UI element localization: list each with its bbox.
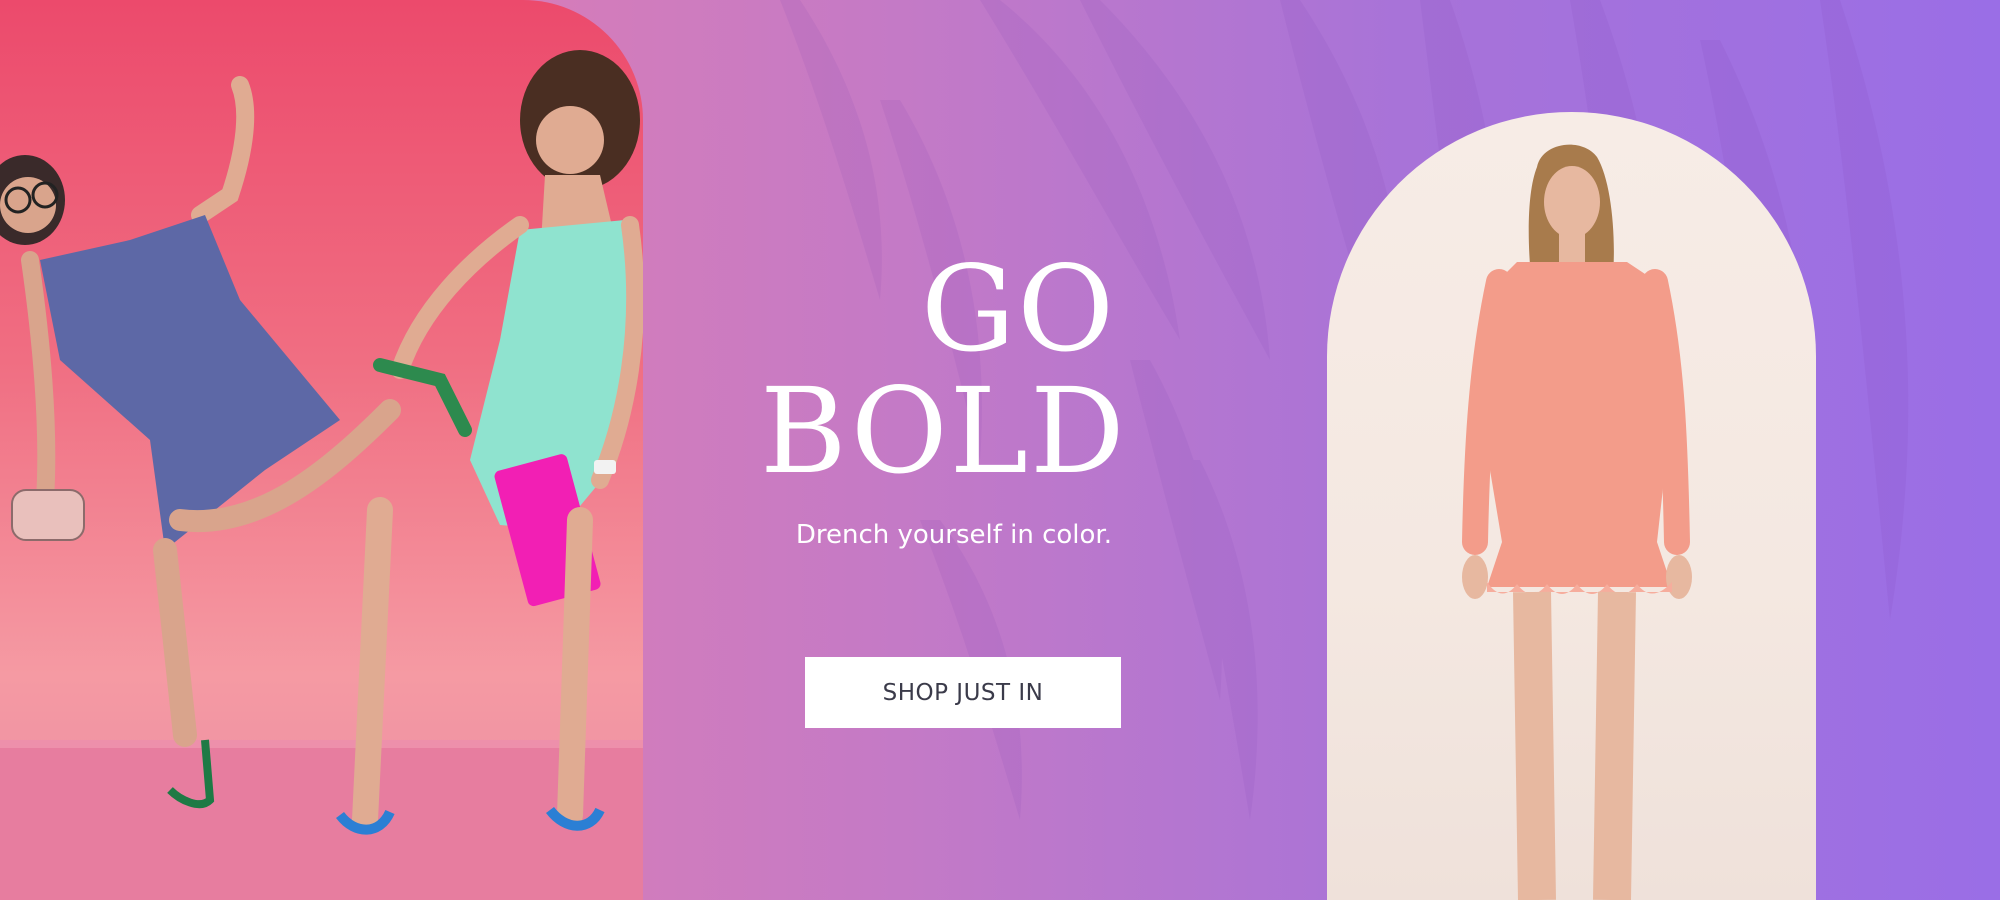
shop-just-in-button[interactable]: SHOP JUST IN	[805, 657, 1121, 728]
model-coral-dress-illustration	[1462, 144, 1692, 900]
right-model-photo[interactable]	[1327, 112, 1816, 900]
models-illustration	[0, 50, 643, 900]
subtitle: Drench yourself in color.	[795, 520, 1112, 550]
headline: GO BOLD	[760, 240, 1127, 500]
headline-line-go: GO	[920, 240, 1116, 378]
headline-line-bold: BOLD	[760, 362, 1127, 500]
left-model-photo[interactable]	[0, 0, 643, 900]
hero-banner: GO BOLD Drench yourself in color. SHOP J…	[0, 0, 2000, 900]
